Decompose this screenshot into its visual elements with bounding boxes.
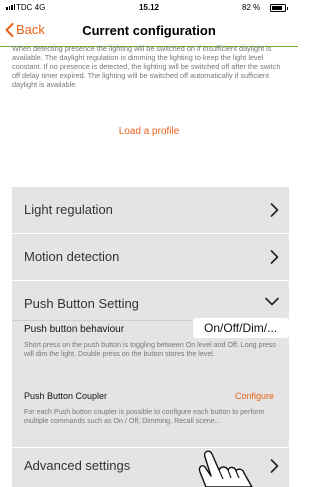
section-title: Light regulation: [24, 202, 113, 217]
push-button-behaviour-description: Short press on the push button is toggli…: [24, 341, 276, 358]
hand-pointer-icon: [198, 450, 253, 487]
chevron-right-icon: [270, 250, 279, 264]
push-button-coupler-description: For each Push button coupler is possible…: [24, 408, 265, 425]
status-bar: TDC 4G 15.12 82 %: [0, 0, 298, 16]
page-title: Current configuration: [82, 23, 216, 38]
chevron-right-icon: [270, 203, 279, 217]
push-button-behaviour-select[interactable]: On/Off/Dim/...: [193, 318, 289, 338]
load-profile-link[interactable]: Load a profile: [0, 126, 298, 137]
push-button-coupler-label: Push Button Coupler: [24, 391, 108, 401]
section-title: Motion detection: [24, 249, 120, 264]
profile-description: When detecting presence the lighting wil…: [12, 44, 281, 89]
push-button-behaviour-label: Push button behaviour: [24, 324, 125, 335]
section-light-regulation[interactable]: Light regulation: [12, 187, 289, 233]
section-title: Advanced settings: [24, 458, 131, 473]
battery-icon: [270, 4, 288, 12]
configure-coupler-link[interactable]: Configure: [235, 391, 274, 401]
chevron-down-icon[interactable]: [265, 297, 279, 306]
section-motion-detection[interactable]: Motion detection: [12, 234, 289, 280]
battery-percentage: 82 %: [242, 3, 261, 12]
